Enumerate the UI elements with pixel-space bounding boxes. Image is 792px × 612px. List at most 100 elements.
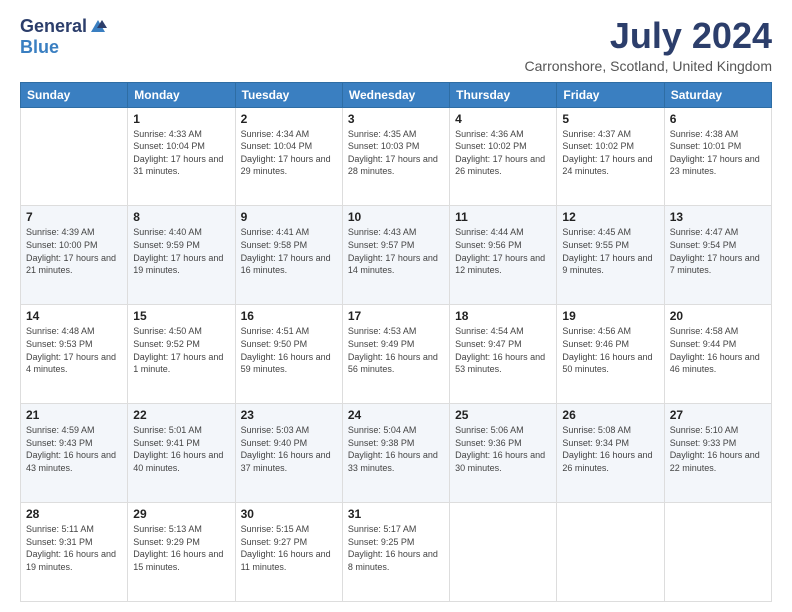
calendar-cell: 31 Sunrise: 5:17 AM Sunset: 9:25 PM Dayli… <box>342 503 449 602</box>
day-info: Sunrise: 4:51 AM Sunset: 9:50 PM Dayligh… <box>241 325 337 375</box>
day-number: 5 <box>562 112 658 126</box>
calendar-cell: 24 Sunrise: 5:04 AM Sunset: 9:38 PM Dayli… <box>342 404 449 503</box>
calendar-cell <box>557 503 664 602</box>
calendar-week-2: 7 Sunrise: 4:39 AM Sunset: 10:00 PM Dayli… <box>21 206 772 305</box>
day-info: Sunrise: 5:11 AM Sunset: 9:31 PM Dayligh… <box>26 523 122 573</box>
day-info: Sunrise: 4:56 AM Sunset: 9:46 PM Dayligh… <box>562 325 658 375</box>
day-info: Sunrise: 5:15 AM Sunset: 9:27 PM Dayligh… <box>241 523 337 573</box>
calendar-cell: 2 Sunrise: 4:34 AM Sunset: 10:04 PM Dayli… <box>235 107 342 206</box>
day-info: Sunrise: 4:37 AM Sunset: 10:02 PM Daylig… <box>562 128 658 178</box>
logo-icon <box>89 18 107 36</box>
calendar-cell: 25 Sunrise: 5:06 AM Sunset: 9:36 PM Dayli… <box>450 404 557 503</box>
calendar-cell: 30 Sunrise: 5:15 AM Sunset: 9:27 PM Dayli… <box>235 503 342 602</box>
calendar-week-5: 28Sunrise: 5:11 AM Sunset: 9:31 PM Dayli… <box>21 503 772 602</box>
day-number: 7 <box>26 210 122 224</box>
day-info: Sunrise: 4:36 AM Sunset: 10:02 PM Daylig… <box>455 128 551 178</box>
calendar-cell: 26 Sunrise: 5:08 AM Sunset: 9:34 PM Dayli… <box>557 404 664 503</box>
day-number: 26 <box>562 408 658 422</box>
calendar-cell: 3 Sunrise: 4:35 AM Sunset: 10:03 PM Dayli… <box>342 107 449 206</box>
day-info: Sunrise: 4:35 AM Sunset: 10:03 PM Daylig… <box>348 128 444 178</box>
day-info: Sunrise: 4:34 AM Sunset: 10:04 PM Daylig… <box>241 128 337 178</box>
calendar-week-4: 21 Sunrise: 4:59 AM Sunset: 9:43 PM Dayli… <box>21 404 772 503</box>
day-info: Sunrise: 4:38 AM Sunset: 10:01 PM Daylig… <box>670 128 766 178</box>
day-info: Sunrise: 4:44 AM Sunset: 9:56 PM Dayligh… <box>455 226 551 276</box>
day-info: Sunrise: 4:54 AM Sunset: 9:47 PM Dayligh… <box>455 325 551 375</box>
calendar-cell: 22Sunrise: 5:01 AM Sunset: 9:41 PM Dayli… <box>128 404 235 503</box>
day-info: Sunrise: 4:43 AM Sunset: 9:57 PM Dayligh… <box>348 226 444 276</box>
day-info: Sunrise: 4:40 AM Sunset: 9:59 PM Dayligh… <box>133 226 229 276</box>
day-info: Sunrise: 4:59 AM Sunset: 9:43 PM Dayligh… <box>26 424 122 474</box>
day-number: 29 <box>133 507 229 521</box>
day-number: 27 <box>670 408 766 422</box>
day-info: Sunrise: 5:10 AM Sunset: 9:33 PM Dayligh… <box>670 424 766 474</box>
day-info: Sunrise: 4:45 AM Sunset: 9:55 PM Dayligh… <box>562 226 658 276</box>
col-friday: Friday <box>557 82 664 107</box>
day-number: 19 <box>562 309 658 323</box>
calendar-table: Sunday Monday Tuesday Wednesday Thursday… <box>20 82 772 602</box>
logo-blue: Blue <box>20 37 59 58</box>
calendar-cell: 28Sunrise: 5:11 AM Sunset: 9:31 PM Dayli… <box>21 503 128 602</box>
day-number: 9 <box>241 210 337 224</box>
day-number: 14 <box>26 309 122 323</box>
calendar-cell <box>450 503 557 602</box>
day-number: 21 <box>26 408 122 422</box>
calendar-cell: 17Sunrise: 4:53 AM Sunset: 9:49 PM Dayli… <box>342 305 449 404</box>
calendar-cell: 11Sunrise: 4:44 AM Sunset: 9:56 PM Dayli… <box>450 206 557 305</box>
day-number: 30 <box>241 507 337 521</box>
calendar-cell: 13Sunrise: 4:47 AM Sunset: 9:54 PM Dayli… <box>664 206 771 305</box>
day-info: Sunrise: 4:33 AM Sunset: 10:04 PM Daylig… <box>133 128 229 178</box>
calendar-cell: 1 Sunrise: 4:33 AM Sunset: 10:04 PM Dayli… <box>128 107 235 206</box>
day-info: Sunrise: 4:39 AM Sunset: 10:00 PM Daylig… <box>26 226 122 276</box>
calendar-cell: 21 Sunrise: 4:59 AM Sunset: 9:43 PM Dayli… <box>21 404 128 503</box>
day-number: 6 <box>670 112 766 126</box>
day-info: Sunrise: 5:03 AM Sunset: 9:40 PM Dayligh… <box>241 424 337 474</box>
day-info: Sunrise: 4:47 AM Sunset: 9:54 PM Dayligh… <box>670 226 766 276</box>
day-number: 8 <box>133 210 229 224</box>
day-info: Sunrise: 4:50 AM Sunset: 9:52 PM Dayligh… <box>133 325 229 375</box>
day-info: Sunrise: 4:53 AM Sunset: 9:49 PM Dayligh… <box>348 325 444 375</box>
day-number: 20 <box>670 309 766 323</box>
day-number: 16 <box>241 309 337 323</box>
day-number: 15 <box>133 309 229 323</box>
calendar-cell: 23 Sunrise: 5:03 AM Sunset: 9:40 PM Dayli… <box>235 404 342 503</box>
day-info: Sunrise: 5:17 AM Sunset: 9:25 PM Dayligh… <box>348 523 444 573</box>
col-monday: Monday <box>128 82 235 107</box>
header: General Blue July 2024 Carronshore, Scot… <box>20 16 772 74</box>
page: General Blue July 2024 Carronshore, Scot… <box>0 0 792 612</box>
day-number: 1 <box>133 112 229 126</box>
day-info: Sunrise: 5:04 AM Sunset: 9:38 PM Dayligh… <box>348 424 444 474</box>
col-saturday: Saturday <box>664 82 771 107</box>
col-sunday: Sunday <box>21 82 128 107</box>
calendar-cell: 29 Sunrise: 5:13 AM Sunset: 9:29 PM Dayli… <box>128 503 235 602</box>
day-number: 22 <box>133 408 229 422</box>
calendar-header-row: Sunday Monday Tuesday Wednesday Thursday… <box>21 82 772 107</box>
location: Carronshore, Scotland, United Kingdom <box>525 58 772 74</box>
month-title: July 2024 <box>525 16 772 56</box>
calendar-cell: 19 Sunrise: 4:56 AM Sunset: 9:46 PM Dayli… <box>557 305 664 404</box>
day-info: Sunrise: 4:41 AM Sunset: 9:58 PM Dayligh… <box>241 226 337 276</box>
day-number: 12 <box>562 210 658 224</box>
day-number: 25 <box>455 408 551 422</box>
day-info: Sunrise: 5:08 AM Sunset: 9:34 PM Dayligh… <box>562 424 658 474</box>
calendar-cell <box>664 503 771 602</box>
calendar-cell: 8 Sunrise: 4:40 AM Sunset: 9:59 PM Daylig… <box>128 206 235 305</box>
calendar-week-3: 14 Sunrise: 4:48 AM Sunset: 9:53 PM Dayli… <box>21 305 772 404</box>
day-info: Sunrise: 5:06 AM Sunset: 9:36 PM Dayligh… <box>455 424 551 474</box>
calendar-cell: 4 Sunrise: 4:36 AM Sunset: 10:02 PM Dayli… <box>450 107 557 206</box>
day-number: 18 <box>455 309 551 323</box>
day-number: 2 <box>241 112 337 126</box>
logo-general: General <box>20 16 87 37</box>
calendar-cell: 18 Sunrise: 4:54 AM Sunset: 9:47 PM Dayli… <box>450 305 557 404</box>
logo: General Blue <box>20 16 107 58</box>
calendar-cell: 27 Sunrise: 5:10 AM Sunset: 9:33 PM Dayli… <box>664 404 771 503</box>
calendar-cell: 12 Sunrise: 4:45 AM Sunset: 9:55 PM Dayli… <box>557 206 664 305</box>
title-block: July 2024 Carronshore, Scotland, United … <box>525 16 772 74</box>
day-info: Sunrise: 4:48 AM Sunset: 9:53 PM Dayligh… <box>26 325 122 375</box>
day-number: 23 <box>241 408 337 422</box>
day-number: 31 <box>348 507 444 521</box>
calendar-cell: 15 Sunrise: 4:50 AM Sunset: 9:52 PM Dayli… <box>128 305 235 404</box>
day-number: 24 <box>348 408 444 422</box>
day-info: Sunrise: 5:13 AM Sunset: 9:29 PM Dayligh… <box>133 523 229 573</box>
day-number: 4 <box>455 112 551 126</box>
day-number: 3 <box>348 112 444 126</box>
